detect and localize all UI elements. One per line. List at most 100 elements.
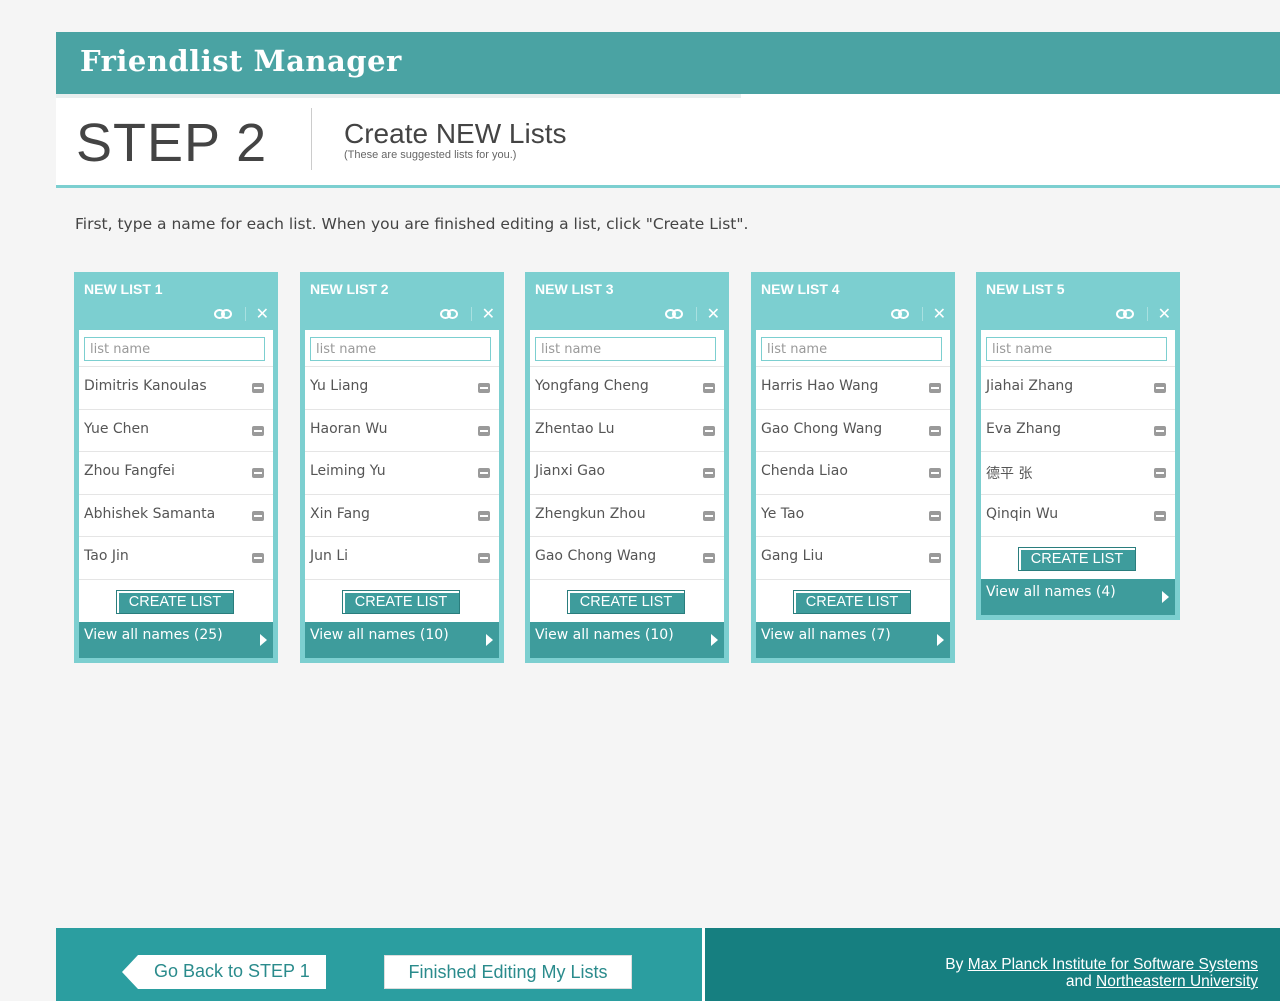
member-name: 德平 张 [986,466,1033,482]
tool-divider [1146,307,1148,321]
remove-icon[interactable] [1154,468,1166,478]
member-name: Gao Chong Wang [761,420,883,437]
member-name: Gang Liu [761,548,824,564]
member-row: Yue Chen [79,410,273,452]
create-list-button[interactable]: CREATE LIST [342,589,460,614]
tool-divider [470,307,472,321]
remove-icon[interactable] [252,383,264,393]
remove-icon[interactable] [478,383,490,393]
credit-link-mpi[interactable]: Max Planck Institute for Software System… [968,956,1258,973]
finished-editing-button[interactable]: Finished Editing My Lists [384,955,632,989]
card-tools: ✕ [439,305,495,323]
view-all-names-link[interactable]: View all names (10) [530,621,724,658]
remove-icon[interactable] [252,425,264,436]
member-row: Xin Fang [305,495,499,537]
remove-icon[interactable] [929,553,941,563]
member-name: Jiahai Zhang [986,378,1074,394]
card-body: Yu Liang Haoran Wu Leiming Yu Xin Fang Jun L… [305,330,499,622]
card-tools: ✕ [1115,305,1171,323]
instructions: First, type a name for each list. When y… [75,215,749,233]
remove-icon[interactable] [252,468,264,478]
merge-icon[interactable] [664,307,686,321]
close-icon[interactable]: ✕ [1158,306,1171,322]
remove-icon[interactable] [703,425,715,436]
remove-icon[interactable] [929,468,941,478]
remove-icon[interactable] [929,383,941,393]
card-header: NEW LIST 4 ✕ [756,272,950,330]
list-name-input[interactable] [986,337,1167,361]
remove-icon[interactable] [703,468,715,478]
close-icon[interactable]: ✕ [933,306,946,322]
member-name: Yu Liang [310,378,369,394]
member-name: Zhou Fangfei [84,463,175,479]
member-row: Gang Liu [756,537,950,580]
merge-icon[interactable] [1115,307,1137,321]
list-name-input[interactable] [84,337,265,361]
arrow-right-icon [1162,591,1169,603]
remove-icon[interactable] [1154,510,1166,521]
go-back-button[interactable]: Go Back to STEP 1 [122,955,326,989]
tool-divider [244,307,246,321]
view-all-label: View all names (10) [310,626,449,643]
remove-icon[interactable] [1154,425,1166,436]
arrow-right-icon [260,633,267,646]
member-row: Leiming Yu [305,452,499,495]
member-row: Zhentao Lu [530,410,724,452]
card-tools: ✕ [213,305,269,323]
create-list-button[interactable]: CREATE LIST [1018,547,1136,571]
view-all-label: View all names (10) [535,626,674,643]
member-row: Yu Liang [305,367,499,410]
remove-icon[interactable] [703,553,715,563]
view-all-label: View all names (7) [761,626,891,643]
tool-divider [695,307,697,321]
merge-icon[interactable] [439,307,461,321]
member-name: Zhentao Lu [535,420,615,437]
go-back-label: Go Back to STEP 1 [154,961,310,981]
list-name-input[interactable] [761,337,942,361]
remove-icon[interactable] [1154,383,1166,393]
footer-credit-area: By Max Planck Institute for Software Sys… [702,928,1280,1001]
remove-icon[interactable] [478,468,490,478]
remove-icon[interactable] [703,383,715,393]
remove-icon[interactable] [703,510,715,521]
list-card: NEW LIST 5 ✕ Jiahai Zhang Eva Zhang 德平 张 Qinq… [976,272,1180,620]
app-header: Friendlist Manager [56,32,1280,94]
merge-icon[interactable] [213,307,235,321]
member-row: Yongfang Cheng [530,367,724,410]
remove-icon[interactable] [252,510,264,521]
card-title: NEW LIST 2 [310,281,389,297]
merge-icon[interactable] [890,307,912,321]
card-body: Harris Hao Wang Gao Chong Wang Chenda Liao… [756,330,950,622]
remove-icon[interactable] [252,553,264,563]
credit-link-neu[interactable]: Northeastern University [1096,973,1258,990]
close-icon[interactable]: ✕ [707,306,720,322]
member-name: Jun Li [310,548,349,564]
member-row: Jianxi Gao [530,452,724,495]
tool-divider [921,307,923,321]
back-arrow-icon [122,955,138,989]
page: Friendlist Manager STEP 2 Create NEW Lis… [0,0,1280,1001]
remove-icon[interactable] [478,553,490,563]
member-name: Eva Zhang [986,420,1061,437]
arrow-right-icon [486,633,493,646]
remove-icon[interactable] [478,510,490,521]
close-icon[interactable]: ✕ [482,306,495,322]
member-row: Zhengkun Zhou [530,495,724,537]
create-list-button[interactable]: CREATE LIST [567,589,685,614]
list-name-input[interactable] [310,337,491,361]
view-all-names-link[interactable]: View all names (25) [79,621,273,658]
credit-by: By [945,956,964,973]
step-subheading: (These are suggested lists for you.) [344,149,517,161]
member-name: Gao Chong Wang [535,548,657,564]
view-all-names-link[interactable]: View all names (4) [981,579,1175,615]
view-all-label: View all names (25) [84,626,223,643]
view-all-names-link[interactable]: View all names (10) [305,621,499,658]
create-list-button[interactable]: CREATE LIST [793,589,911,614]
view-all-names-link[interactable]: View all names (7) [756,621,950,658]
remove-icon[interactable] [929,425,941,436]
remove-icon[interactable] [929,510,941,521]
remove-icon[interactable] [478,425,490,436]
create-list-button[interactable]: CREATE LIST [116,589,234,614]
close-icon[interactable]: ✕ [256,306,269,322]
list-name-input[interactable] [535,337,716,361]
